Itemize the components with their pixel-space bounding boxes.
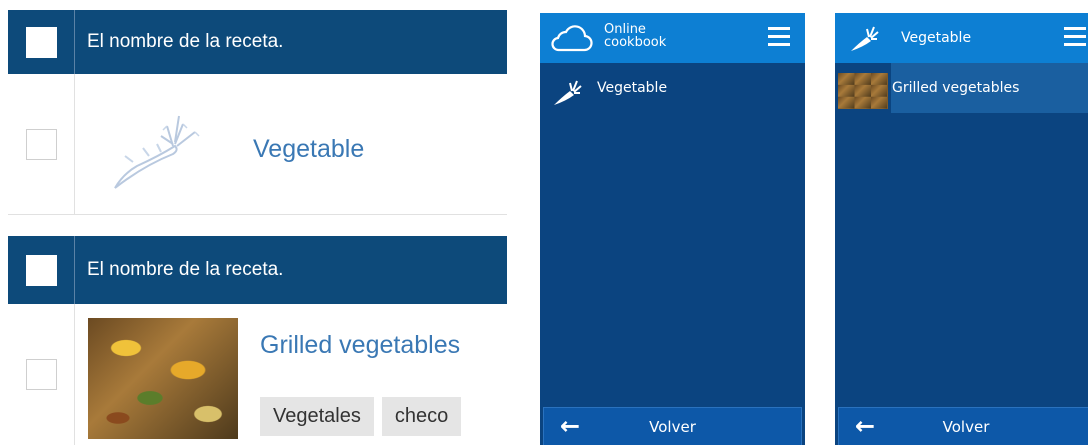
row-checkbox[interactable] (25, 128, 57, 160)
header-checkbox-cell (8, 10, 75, 74)
list-item[interactable]: Grilled vegetables (835, 63, 1088, 113)
row-checkbox-cell (8, 74, 75, 214)
recipe-thumbnail (838, 73, 888, 109)
phone-screen-vegetable-category: Vegetable Grilled vegetables ← Volver (835, 13, 1088, 445)
header-checkbox-cell (8, 236, 75, 304)
cloud-icon[interactable] (549, 23, 593, 53)
carrot-icon (851, 26, 879, 51)
tag-list: Vegetales checo (260, 397, 469, 436)
table-row[interactable]: Vegetable (8, 74, 507, 215)
recipe-list: Grilled vegetables (835, 63, 1088, 113)
back-button[interactable]: ← Volver (838, 407, 1088, 445)
category-list: Vegetable (540, 63, 805, 113)
list-item-label: Grilled vegetables (892, 80, 1020, 96)
recipe-table-panel-2: El nombre de la receta. Grilled vegetabl… (8, 236, 507, 445)
recipe-title-link[interactable]: Grilled vegetables (260, 331, 460, 360)
list-item[interactable]: Vegetable (540, 63, 805, 113)
back-button[interactable]: ← Volver (543, 407, 802, 445)
back-button-label: Volver (649, 417, 696, 436)
list-item-label: Vegetable (597, 80, 668, 96)
tag-chip[interactable]: Vegetales (260, 397, 374, 436)
app-top-bar: Online cookbook (540, 13, 805, 63)
row-content: Vegetable (75, 74, 507, 214)
row-checkbox[interactable] (25, 359, 57, 390)
app-top-bar: Vegetable (835, 13, 1088, 63)
table-row[interactable]: Grilled vegetables Vegetales checo (8, 304, 507, 445)
table-header: El nombre de la receta. (8, 236, 507, 304)
hamburger-menu-icon[interactable] (1064, 27, 1086, 46)
table-header-label: El nombre de la receta. (87, 31, 284, 52)
phone-screen-cookbook-home: Online cookbook Vegetable ← Volver (540, 13, 805, 445)
select-all-checkbox[interactable] (25, 254, 57, 286)
back-arrow-icon: ← (855, 412, 876, 440)
carrot-icon (554, 80, 582, 105)
app-title-line2: cookbook (604, 35, 667, 50)
screen-title: Vegetable (901, 30, 972, 46)
recipe-title-link[interactable]: Vegetable (253, 135, 364, 164)
row-content: Grilled vegetables Vegetales checo (75, 304, 507, 445)
recipe-table-panel-1: El nombre de la receta. Vegetable (8, 10, 507, 215)
select-all-checkbox[interactable] (25, 26, 57, 58)
tag-chip[interactable]: checo (381, 397, 462, 436)
grilled-vegetables-photo[interactable] (88, 318, 238, 439)
row-checkbox-cell (8, 304, 75, 445)
table-header-label: El nombre de la receta. (87, 259, 284, 280)
hamburger-menu-icon[interactable] (768, 27, 790, 46)
app-title: Online cookbook (604, 23, 666, 49)
back-button-label: Volver (942, 417, 990, 436)
table-header: El nombre de la receta. (8, 10, 507, 74)
carrot-sketch-icon (114, 115, 200, 189)
back-arrow-icon: ← (560, 412, 581, 440)
